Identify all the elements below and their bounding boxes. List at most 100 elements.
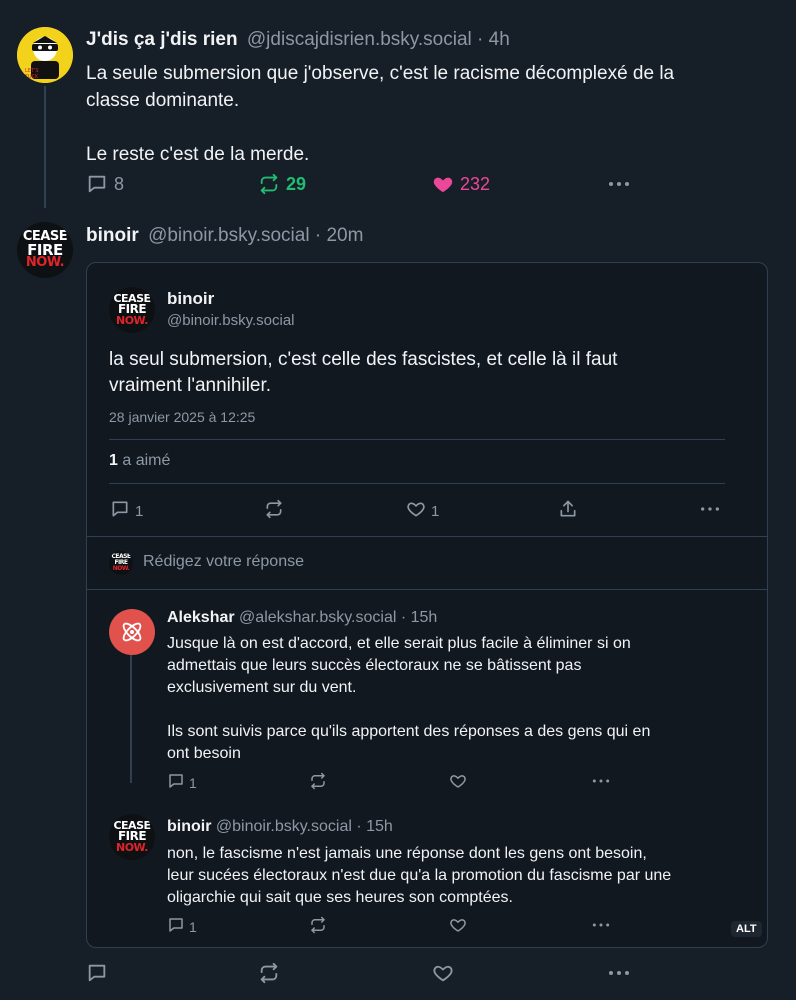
repost-button[interactable] [258,962,280,984]
display-name[interactable]: J'dis ça j'dis rien [86,29,238,50]
repost-button [309,772,327,793]
timestamp[interactable]: · 20m [315,225,364,246]
post-text: la seul submersion, c'est celle des fasc… [109,347,617,399]
handle: @binoir.bsky.social [167,312,295,329]
more-dots-icon [591,772,611,793]
post-header: J'dis ça j'dis rien @jdiscajdisrien.bsky… [86,29,510,51]
reply-button[interactable] [86,962,108,984]
ceasefire-logo: CEASE FIRE NOW. [113,291,151,327]
display-name[interactable]: binoir [86,225,139,246]
repost-icon [309,916,327,937]
repost-button [263,499,285,522]
like-button [449,772,467,793]
like-button[interactable]: 232 [432,173,490,195]
more-options-button [591,916,611,937]
display-name: binoir [167,818,212,835]
more-dots-icon [591,916,611,937]
repost-icon [258,962,280,984]
post-header: binoir @binoir.bsky.social · 20m [86,225,363,247]
heart-icon [449,772,467,793]
post-text-line: la seul submersion, c'est celle des fasc… [109,349,618,370]
divider [87,536,767,537]
alt-badge[interactable]: ALT [731,921,762,937]
reply-text: Jusque là on est d'accord, et elle serai… [167,633,650,765]
timestamp: · 15h [400,609,438,626]
thread-line [130,655,132,783]
like-button[interactable] [432,962,454,984]
post-date: 28 janvier 2025 à 12:25 [109,409,256,425]
reply-text-line: Ils sont suivis parce qu'ils apportent d… [167,723,651,740]
reply-count: 1 [189,918,197,935]
timestamp[interactable]: · 4h [477,29,510,50]
post-text-line: La seule submersion que j'observe, c'est… [86,63,675,84]
repost-icon [258,173,280,195]
reply-text-line: admettais que leurs succès électoraux ne… [167,657,582,674]
reply-text: non, le fascisme n'est jamais une répons… [167,843,671,909]
ceasefire-logo: CEASE FIRE NOW. [111,553,131,572]
post-text-line: classe dominante. [86,90,240,111]
more-options-button [591,772,611,793]
reply-text-line: exclusivement sur du vent. [167,679,357,696]
reply-text-line: Jusque là on est d'accord, et elle serai… [167,635,631,652]
like-count: 1 [431,502,440,520]
share-button [557,499,579,522]
reply-button: 1 [167,916,197,937]
avatar: CEASE FIRE NOW. [109,814,155,860]
reply-text-line: oligarchie qui sait que ses heures son c… [167,889,513,906]
heart-icon [405,499,427,523]
timestamp: · 15h [356,818,393,835]
repost-icon [309,772,327,793]
like-count: 232 [460,173,491,194]
comment-icon [167,772,185,793]
reply-header: Alekshar @alekshar.bsky.social · 15h [167,609,437,627]
avatar[interactable]: LET'S FUCK [17,27,73,83]
more-dots-icon [699,499,721,522]
more-dots-icon [607,962,631,984]
avatar-bandit-icon: LET'S FUCK [17,27,73,83]
reply-header: binoir @binoir.bsky.social · 15h [167,818,393,836]
reply-button: 1 [167,772,197,793]
repost-count: 29 [286,173,307,194]
handle[interactable]: @binoir.bsky.social [148,225,310,246]
likes-summary-label: a aimé [122,452,171,469]
repost-button[interactable]: 29 [258,173,306,195]
reply-count: 1 [135,502,144,520]
reply-text-line: leur sucées électoraux n'est due qu'a la… [167,867,672,884]
display-name: binoir [167,289,215,308]
reply-count: 1 [189,774,197,791]
likes-summary-count: 1 [109,452,118,469]
reply-text-line: ont besoin [167,745,241,762]
more-options-button[interactable] [607,962,631,984]
thread-line [44,86,46,208]
avatar[interactable]: CEASE FIRE NOW. [17,222,73,278]
divider [87,589,767,590]
handle: @binoir.bsky.social [215,818,352,835]
like-button [449,916,467,937]
more-options-button [699,499,721,522]
post-text: La seule submersion que j'observe, c'est… [86,60,674,168]
heart-icon [449,916,467,937]
post-text-line: Le reste c'est de la merde. [86,144,310,165]
reply-count: 8 [114,173,125,194]
reply-composer-placeholder: Rédigez votre réponse [143,553,304,570]
comment-icon [109,499,131,523]
embedded-image[interactable]: CEASE FIRE NOW. binoir @binoir.bsky.soci… [86,262,768,948]
divider [109,483,725,484]
avatar [109,609,155,655]
avatar: CEASE FIRE NOW. [109,551,133,575]
heart-filled-icon [432,173,454,195]
reply-button[interactable]: 8 [86,173,124,195]
repost-icon [263,499,285,522]
comment-icon [86,962,108,984]
divider [109,439,725,440]
handle[interactable]: @jdiscajdisrien.bsky.social [247,29,472,50]
repost-button [309,916,327,937]
handle: @alekshar.bsky.social [239,609,397,626]
more-options-button[interactable] [607,173,631,195]
svg-text:FUCK: FUCK [25,74,39,80]
post-text-line: vraiment l'annihiler. [109,375,272,396]
like-button: 1 [405,499,439,523]
avatar: CEASE FIRE NOW. [109,287,155,333]
likes-summary: 1 a aimé [109,452,170,470]
reply-text-line: non, le fascisme n'est jamais une répons… [167,845,647,862]
